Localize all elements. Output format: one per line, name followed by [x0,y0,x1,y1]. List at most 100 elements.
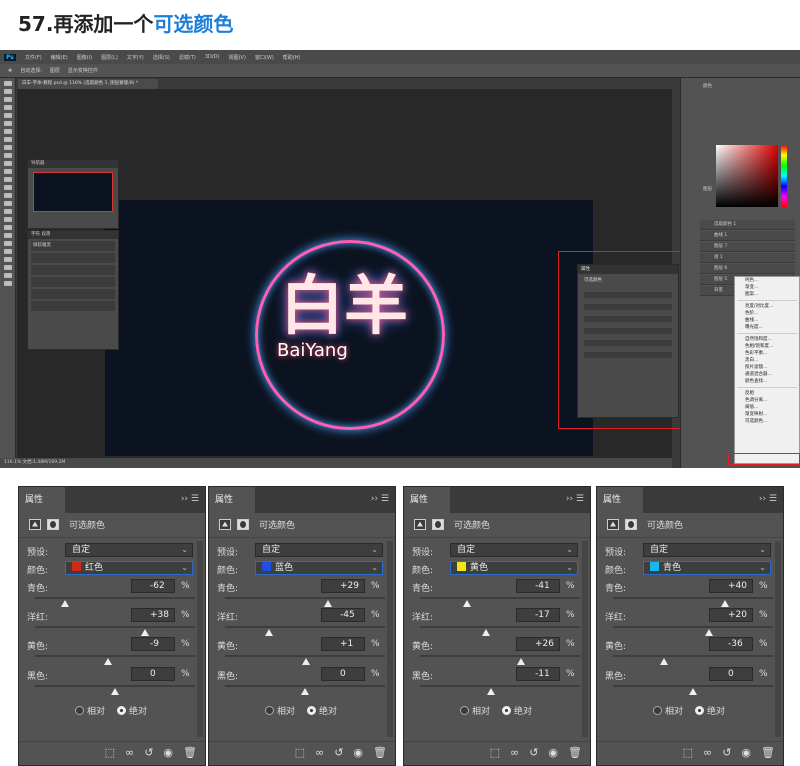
tool-icon[interactable] [4,273,12,278]
menu-item[interactable]: 图层(L) [101,54,118,61]
tool-icon[interactable] [4,193,12,198]
tool-icon[interactable] [4,137,12,142]
menu-item[interactable]: 阈值... [735,404,799,411]
slider-value-input[interactable]: -62 [131,579,175,593]
slider-value-input[interactable]: -9 [131,637,175,651]
menu-item[interactable]: 纯色... [735,277,799,284]
tool-icon[interactable] [4,105,12,110]
mask-icon[interactable] [414,518,426,530]
slider-thumb[interactable] [482,629,491,636]
preset-dropdown[interactable]: 自定 ⌄ [65,543,193,557]
preset-dropdown[interactable]: 自定 ⌄ [450,543,578,557]
slider-value-input[interactable]: -41 [516,579,560,593]
document-tab[interactable]: 白羊-字体-教程.psd @ 116% (选取颜色 1, 图层蒙版/8) * [18,79,158,89]
slider-track[interactable] [613,597,773,599]
menu-item[interactable]: 文字(Y) [127,54,144,61]
tool-icon[interactable] [4,113,12,118]
tool-icon[interactable] [4,185,12,190]
color-dropdown[interactable]: 蓝色 ⌄ [255,561,383,575]
menu-item[interactable]: 色阶... [735,310,799,317]
menu-item[interactable]: 窗口(W) [255,54,274,61]
layer-row[interactable]: 组 1 [700,253,795,263]
slider-thumb[interactable] [516,658,525,665]
font-family-field[interactable]: 微软雅黑 [31,241,115,251]
slider-track[interactable] [613,626,773,628]
scrollbar[interactable] [387,541,393,737]
menu-item[interactable]: 照片滤镜... [735,364,799,371]
slider-track[interactable] [35,597,195,599]
tab-paragraph[interactable]: 段落 [41,232,50,237]
tool-icon[interactable] [4,233,12,238]
panel-menu-icon[interactable]: ›› ☰ [371,494,389,504]
tab-properties[interactable]: 属性 [19,487,65,513]
trash-icon[interactable]: 🗑 [183,746,197,759]
mask-icon[interactable] [29,518,41,530]
slider-track[interactable] [35,655,195,657]
scrollbar[interactable] [197,541,203,737]
slider-track[interactable] [225,597,385,599]
menu-item[interactable]: 图案... [735,291,799,298]
slider-value-input[interactable]: -11 [516,667,560,681]
menu-item[interactable]: 黑白... [735,357,799,364]
font-size-field[interactable] [31,253,115,263]
scale-field[interactable] [31,289,115,299]
tool-icon[interactable] [4,201,12,206]
view-previous-icon[interactable]: ∞ [703,746,712,759]
slider-thumb[interactable] [103,658,112,665]
document-canvas[interactable]: 白羊 BaiYang [105,200,593,456]
slider-thumb[interactable] [61,600,70,607]
menu-item[interactable]: 帮助(H) [283,54,301,61]
slider-track[interactable] [420,655,580,657]
view-previous-icon[interactable]: ∞ [125,746,134,759]
trash-icon[interactable]: 🗑 [568,746,582,759]
tool-icon[interactable] [4,169,12,174]
tab-character[interactable]: 字符 [31,232,40,237]
radio-absolute[interactable]: 绝对 [695,704,725,717]
menu-item[interactable]: 亮度/对比度... [735,303,799,310]
slider-thumb[interactable] [705,629,713,636]
radio-absolute[interactable]: 绝对 [502,704,532,717]
adjustment-layer-icon[interactable] [47,518,59,530]
slider-track[interactable] [420,626,580,628]
slider-thumb[interactable] [111,688,119,695]
slider-track[interactable] [225,685,385,687]
adjustment-layer-icon[interactable] [625,518,637,530]
slider-thumb[interactable] [689,688,697,695]
preset-dropdown[interactable]: 自定 ⌄ [255,543,383,557]
menu-item[interactable]: 通道混合器... [735,371,799,378]
panel-menu-icon[interactable]: ›› ☰ [566,494,584,504]
tool-icon[interactable] [4,249,12,254]
menu-item[interactable]: 3D(D) [205,54,220,60]
layer-row[interactable]: 选取颜色 1 [700,220,795,230]
radio-absolute[interactable]: 绝对 [117,704,147,717]
menu-item[interactable]: 渐变... [735,284,799,291]
menu-item[interactable]: 滤镜(T) [179,54,196,61]
menu-item[interactable]: 色彩平衡... [735,350,799,357]
radio-relative[interactable]: 相对 [75,704,105,717]
scrollbar[interactable] [775,541,781,737]
radio-relative[interactable]: 相对 [460,704,490,717]
color-dropdown[interactable]: 青色 ⌄ [643,561,771,575]
slider-track[interactable] [420,685,580,687]
menu-item[interactable]: 选择(S) [153,54,170,61]
panel-menu-icon[interactable]: ›› ☰ [759,494,777,504]
trash-icon[interactable]: 🗑 [373,746,387,759]
slider-thumb[interactable] [660,658,669,665]
slider-thumb[interactable] [463,600,472,607]
tool-icon[interactable] [4,225,12,230]
tab-properties[interactable]: 属性 [597,487,643,513]
tool-icon[interactable] [4,265,12,270]
panel-menu-icon[interactable]: ›› ☰ [181,494,199,504]
navigator-thumbnail[interactable] [33,172,113,212]
tool-icon[interactable] [4,153,12,158]
color-picker-field[interactable] [716,145,778,207]
clip-to-layer-icon[interactable]: ⬚ [683,746,693,759]
tool-icon[interactable] [4,121,12,126]
radio-relative[interactable]: 相对 [265,704,295,717]
radio-absolute[interactable]: 绝对 [307,704,337,717]
menu-item[interactable]: 视图(V) [229,54,246,61]
tool-icon[interactable] [4,89,12,94]
leading-field[interactable] [31,265,115,275]
slider-thumb[interactable] [265,629,273,636]
slider-value-input[interactable]: -45 [321,608,365,622]
